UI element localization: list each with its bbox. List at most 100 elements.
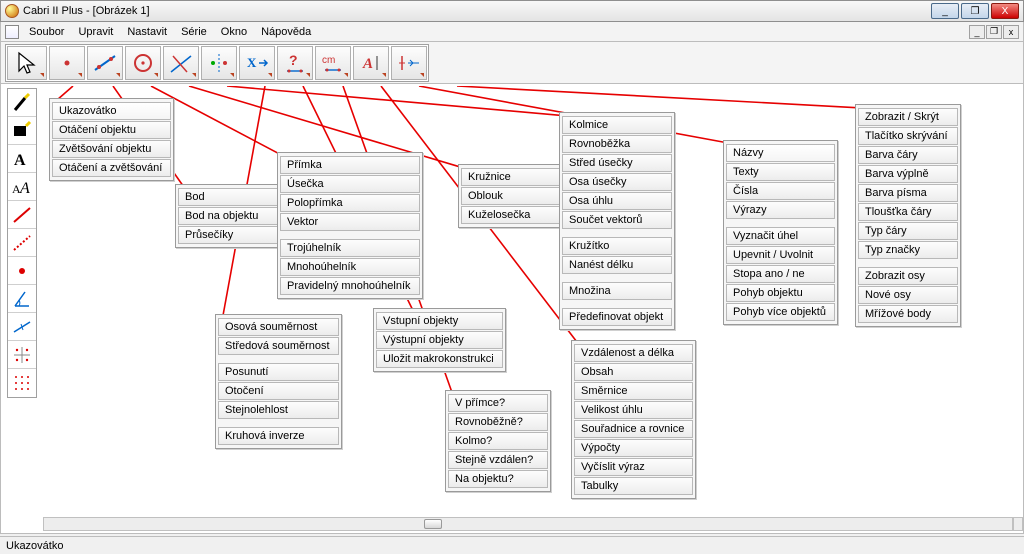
palette-line-dashed[interactable] xyxy=(8,229,36,257)
menu-item[interactable]: Vstupní objekty xyxy=(376,312,503,330)
palette-point-style[interactable] xyxy=(8,257,36,285)
tool-circle[interactable] xyxy=(125,46,161,80)
menu-item[interactable]: Typ čáry xyxy=(858,222,958,240)
menu-item[interactable]: Tloušťka čáry xyxy=(858,203,958,221)
menu-item[interactable]: Směrnice xyxy=(574,382,693,400)
menu-item[interactable]: Pohyb více objektů xyxy=(726,303,835,321)
menu-item[interactable]: Texty xyxy=(726,163,835,181)
drawing-canvas[interactable]: Ukazovátko Otáčení objektu Zvětšování ob… xyxy=(43,86,1013,515)
palette-color[interactable] xyxy=(8,89,36,117)
tool-transform[interactable] xyxy=(201,46,237,80)
menu-soubor[interactable]: Soubor xyxy=(23,24,70,40)
menu-item[interactable]: Kružítko xyxy=(562,237,672,255)
palette-angle-mark[interactable] xyxy=(8,285,36,313)
menu-item[interactable]: Kružnice xyxy=(461,168,561,186)
menu-item[interactable]: Kolmo? xyxy=(448,432,548,450)
menu-item[interactable]: Uložit makrokonstrukci xyxy=(376,350,503,368)
palette-fill[interactable] xyxy=(8,117,36,145)
menu-item[interactable]: Otočení xyxy=(218,382,339,400)
palette-segment-mark[interactable] xyxy=(8,313,36,341)
menu-item[interactable]: Na objektu? xyxy=(448,470,548,488)
tool-point[interactable] xyxy=(49,46,85,80)
menu-item[interactable]: Ukazovátko xyxy=(52,102,171,120)
tool-measure[interactable]: cm xyxy=(315,46,351,80)
menu-item[interactable]: V přímce? xyxy=(448,394,548,412)
menu-upravit[interactable]: Upravit xyxy=(72,24,119,40)
menu-item[interactable]: Tlačítko skrývání xyxy=(858,127,958,145)
tool-style[interactable] xyxy=(391,46,427,80)
menu-okno[interactable]: Okno xyxy=(215,24,253,40)
menu-item[interactable]: Osa úhlu xyxy=(562,192,672,210)
tool-construct[interactable] xyxy=(163,46,199,80)
menu-item[interactable]: Střed úsečky xyxy=(562,154,672,172)
menu-item[interactable]: Průsečíky xyxy=(178,226,278,244)
palette-coords[interactable] xyxy=(8,341,36,369)
menu-item[interactable]: Stopa ano / ne xyxy=(726,265,835,283)
scrollbar-thumb[interactable] xyxy=(424,519,442,529)
menu-item[interactable]: Čísla xyxy=(726,182,835,200)
menu-nastavit[interactable]: Nastavit xyxy=(121,24,173,40)
menu-item[interactable]: Vektor xyxy=(280,213,420,231)
menu-item[interactable]: Přímka xyxy=(280,156,420,174)
menu-item[interactable]: Souřadnice a rovnice xyxy=(574,420,693,438)
menu-item[interactable]: Názvy xyxy=(726,144,835,162)
menu-item[interactable]: Osová souměrnost xyxy=(218,318,339,336)
menu-item[interactable]: Středová souměrnost xyxy=(218,337,339,355)
menu-item[interactable]: Předefinovat objekt xyxy=(562,308,672,326)
menu-item[interactable]: Zvětšování objektu xyxy=(52,140,171,158)
menu-item[interactable]: Barva čáry xyxy=(858,146,958,164)
menu-item[interactable]: Množina xyxy=(562,282,672,300)
mdi-minimize-button[interactable]: _ xyxy=(969,25,985,39)
menu-item[interactable]: Stejnolehlost xyxy=(218,401,339,419)
menu-item[interactable]: Rovnoběžka xyxy=(562,135,672,153)
menu-item[interactable]: Kuželosečka xyxy=(461,206,561,224)
minimize-button[interactable]: _ xyxy=(931,3,959,19)
menu-item[interactable]: Bod xyxy=(178,188,278,206)
menu-item[interactable]: Vzdálenost a délka xyxy=(574,344,693,362)
menu-item[interactable]: Stejně vzdálen? xyxy=(448,451,548,469)
menu-item[interactable]: Mřížové body xyxy=(858,305,958,323)
tool-pointer[interactable] xyxy=(7,46,47,80)
menu-item[interactable]: Otáčení a zvětšování xyxy=(52,159,171,177)
horizontal-scrollbar[interactable] xyxy=(43,517,1013,531)
menu-item[interactable]: Pravidelný mnohoúhelník xyxy=(280,277,420,295)
tool-line[interactable] xyxy=(87,46,123,80)
menu-item[interactable]: Barva výplně xyxy=(858,165,958,183)
menu-item[interactable]: Vyznačit úhel xyxy=(726,227,835,245)
menu-item[interactable]: Zobrazit / Skrýt xyxy=(858,108,958,126)
menu-item[interactable]: Výstupní objekty xyxy=(376,331,503,349)
menu-item[interactable]: Zobrazit osy xyxy=(858,267,958,285)
menu-item[interactable]: Osa úsečky xyxy=(562,173,672,191)
menu-item[interactable]: Nanést délku xyxy=(562,256,672,274)
palette-text-color[interactable]: A xyxy=(8,145,36,173)
palette-grid[interactable] xyxy=(8,369,36,397)
palette-line-solid[interactable] xyxy=(8,201,36,229)
menu-item[interactable]: Trojúhelník xyxy=(280,239,420,257)
menu-item[interactable]: Kruhová inverze xyxy=(218,427,339,445)
menu-item[interactable]: Upevnit / Uvolnit xyxy=(726,246,835,264)
menu-item[interactable]: Mnohoúhelník xyxy=(280,258,420,276)
menu-item[interactable]: Posunutí xyxy=(218,363,339,381)
mdi-close-button[interactable]: x xyxy=(1003,25,1019,39)
menu-item[interactable]: Součet vektorů xyxy=(562,211,672,229)
menu-item[interactable]: Pohyb objektu xyxy=(726,284,835,302)
close-button[interactable]: X xyxy=(991,3,1019,19)
menu-napoveda[interactable]: Nápověda xyxy=(255,24,317,40)
menu-serie[interactable]: Série xyxy=(175,24,213,40)
maximize-button[interactable]: ❐ xyxy=(961,3,989,19)
menu-item[interactable]: Oblouk xyxy=(461,187,561,205)
palette-font[interactable]: AA xyxy=(8,173,36,201)
menu-item[interactable]: Otáčení objektu xyxy=(52,121,171,139)
mdi-maximize-button[interactable]: ❐ xyxy=(986,25,1002,39)
menu-item[interactable]: Barva písma xyxy=(858,184,958,202)
menu-item[interactable]: Typ značky xyxy=(858,241,958,259)
menu-item[interactable]: Vyčíslit výraz xyxy=(574,458,693,476)
menu-item[interactable]: Obsah xyxy=(574,363,693,381)
menu-item[interactable]: Polopřímka xyxy=(280,194,420,212)
tool-macro[interactable]: X xyxy=(239,46,275,80)
menu-item[interactable]: Rovnoběžně? xyxy=(448,413,548,431)
menu-item[interactable]: Kolmice xyxy=(562,116,672,134)
menu-item[interactable]: Nové osy xyxy=(858,286,958,304)
menu-item[interactable]: Velikost úhlu xyxy=(574,401,693,419)
menu-item[interactable]: Bod na objektu xyxy=(178,207,278,225)
